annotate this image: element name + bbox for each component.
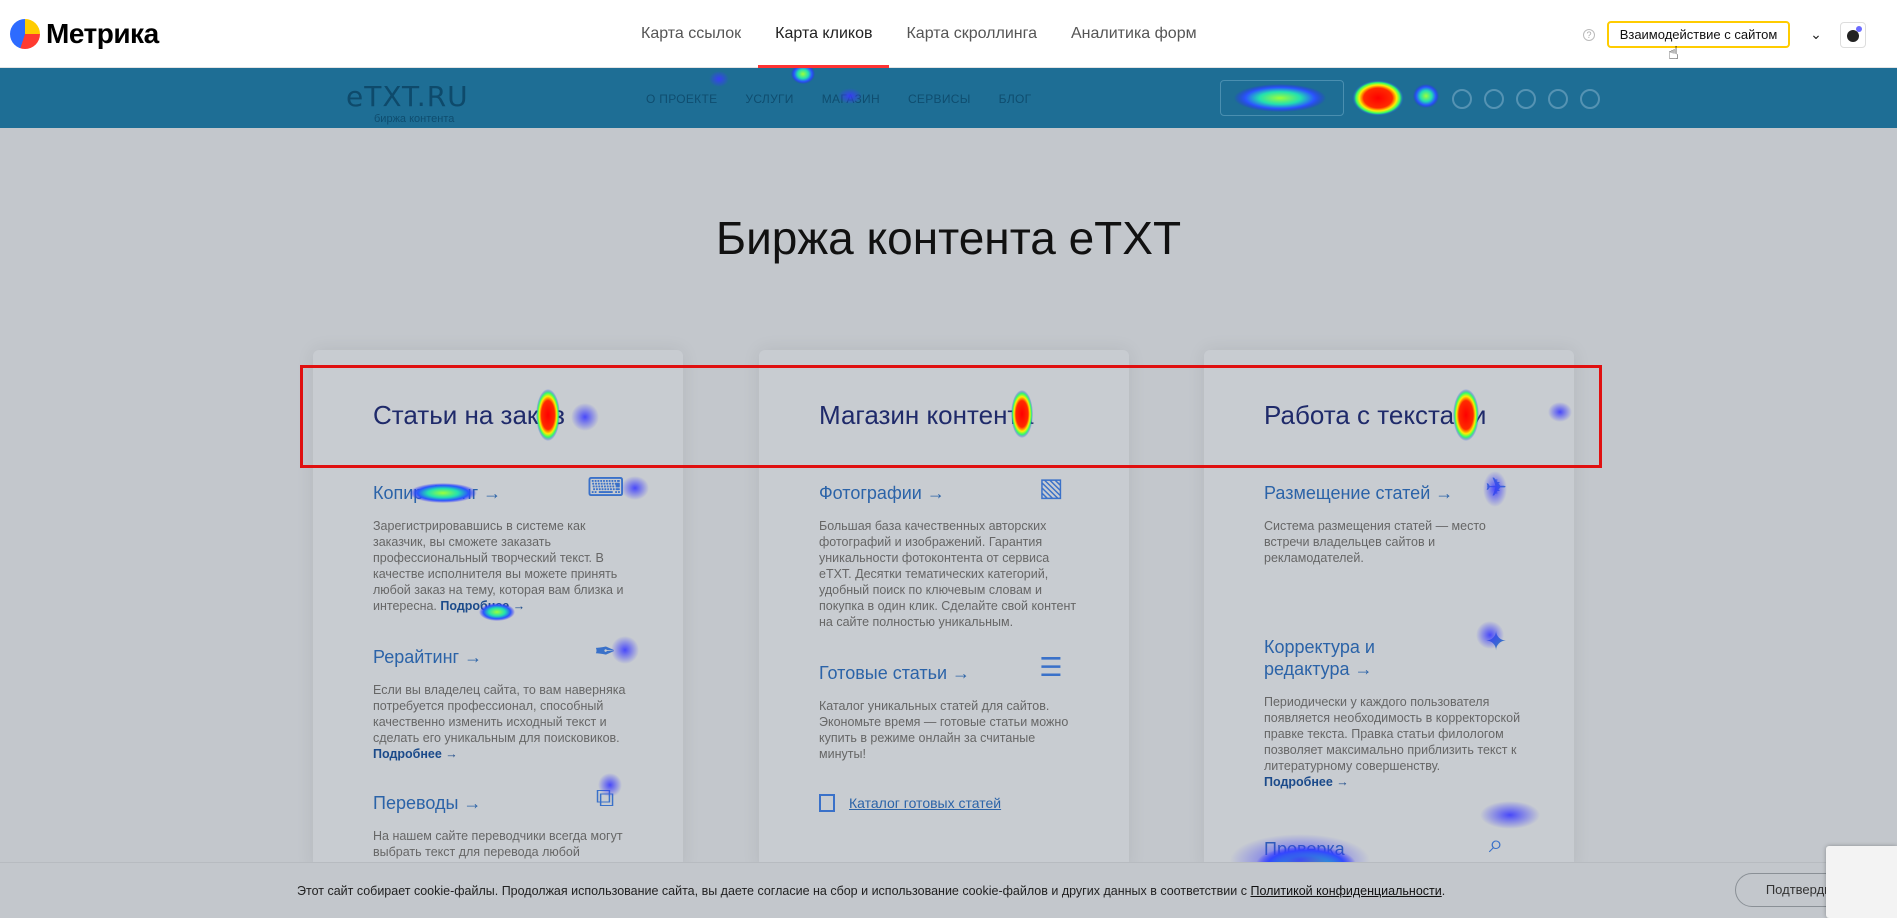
login-button[interactable] <box>1220 80 1344 116</box>
site-header: eTXT.RU биржа контента О проекте Услуги … <box>0 68 1897 128</box>
translate-icon: ⧉ <box>595 782 615 812</box>
item-description: Периодически у каждого пользователя появ… <box>1264 695 1521 773</box>
more-link[interactable]: Подробнее → <box>373 747 458 761</box>
nav-link-shop[interactable]: Магазин <box>822 92 880 106</box>
tab-click-map[interactable]: Карта кликов <box>758 0 890 68</box>
tab-link-map[interactable]: Карта ссылок <box>624 0 758 68</box>
pen-icon: ✒ <box>594 636 616 666</box>
nav-link-blog[interactable]: Блог <box>999 92 1032 106</box>
help-circle-icon[interactable] <box>1516 89 1536 109</box>
cookie-tail: . <box>1441 884 1446 898</box>
card-item-photos: Фотографии → Большая база качественных а… <box>819 482 1079 630</box>
item-description: Если вы владелец сайта, то вам наверняка… <box>373 683 626 745</box>
page-title: Биржа контента eTXT <box>715 212 1182 264</box>
recaptcha-badge[interactable] <box>1826 846 1897 918</box>
book-icon <box>819 794 835 812</box>
paper-plane-icon: ✈ <box>1485 472 1507 502</box>
support-headset-icon[interactable] <box>1548 89 1568 109</box>
chevron-down-icon[interactable]: ⌄ <box>1806 24 1826 44</box>
site-logo[interactable]: eTXT.RU биржа контента <box>346 80 469 125</box>
typewriter-icon: ⌨ <box>587 472 625 502</box>
report-tabs: Карта ссылок Карта кликов Карта скроллин… <box>624 0 1214 68</box>
item-link[interactable]: Размещение статей → <box>1264 482 1464 504</box>
nav-link-services[interactable]: Услуги <box>745 92 793 106</box>
cookie-message: Этот сайт собирает cookie-файлы. Продолж… <box>297 884 1445 898</box>
photos-icon: ▧ <box>1038 472 1064 502</box>
highlight-rectangle <box>300 365 1602 468</box>
magnifier-icon: ⌕ <box>1488 828 1504 858</box>
privacy-policy-link[interactable]: Политикой конфиденциальности <box>1250 884 1441 898</box>
item-description: Система размещения статей — место встреч… <box>1264 519 1486 565</box>
language-flag-icon[interactable] <box>1580 89 1600 109</box>
card-item-proofreading: Корректура и редактура → Периодически у … <box>1264 636 1520 790</box>
more-link[interactable]: Подробнее → <box>440 599 525 613</box>
nav-link-about[interactable]: О проекте <box>646 92 717 106</box>
status-icon[interactable] <box>1484 89 1504 109</box>
cookie-text: Этот сайт собирает cookie-файлы. Продолж… <box>297 884 1251 898</box>
nav-link-tools[interactable]: Сервисы <box>908 92 971 106</box>
interaction-mode-button[interactable]: Взаимодействие с сайтом <box>1607 21 1790 48</box>
more-link[interactable]: Подробнее → <box>1264 775 1349 789</box>
header-icons <box>1452 89 1600 109</box>
catalog-link[interactable]: Каталог готовых статей <box>819 794 1001 812</box>
metrika-logo-text: Метрика <box>46 18 159 49</box>
item-description: Большая база качественных авторских фото… <box>819 519 1077 629</box>
metrika-logo[interactable]: Метрика <box>10 18 159 50</box>
catalog-link-label: Каталог готовых статей <box>849 795 1002 811</box>
magic-wand-icon: ✦ <box>1485 626 1507 656</box>
tab-scroll-map[interactable]: Карта скроллинга <box>889 0 1054 68</box>
avatar[interactable] <box>1840 22 1866 48</box>
site-nav: О проекте Услуги Магазин Сервисы Блог <box>646 92 1031 106</box>
card-item-placement: Размещение статей → Система размещения с… <box>1264 482 1486 566</box>
notification-icon[interactable] <box>1452 89 1472 109</box>
item-description: На нашем сайте переводчики всегда могут … <box>373 829 623 859</box>
help-icon[interactable]: ? <box>1583 29 1595 41</box>
metrika-toolbar: Метрика Карта ссылок Карта кликов Карта … <box>0 0 1897 68</box>
site-logo-text: eTXT.RU <box>346 80 469 113</box>
cookie-banner: Этот сайт собирает cookie-файлы. Продолж… <box>0 862 1897 918</box>
site-logo-subtitle: биржа контента <box>374 113 455 125</box>
item-link[interactable]: Корректура и редактура → <box>1264 636 1464 680</box>
hand-cursor-icon: ☝ <box>1668 43 1679 63</box>
metrika-logo-icon <box>10 19 40 49</box>
articles-icon: ☰ <box>1039 652 1063 682</box>
tab-form-analytics[interactable]: Аналитика форм <box>1054 0 1214 68</box>
item-description: Каталог уникальных статей для сайтов. Эк… <box>819 699 1069 761</box>
